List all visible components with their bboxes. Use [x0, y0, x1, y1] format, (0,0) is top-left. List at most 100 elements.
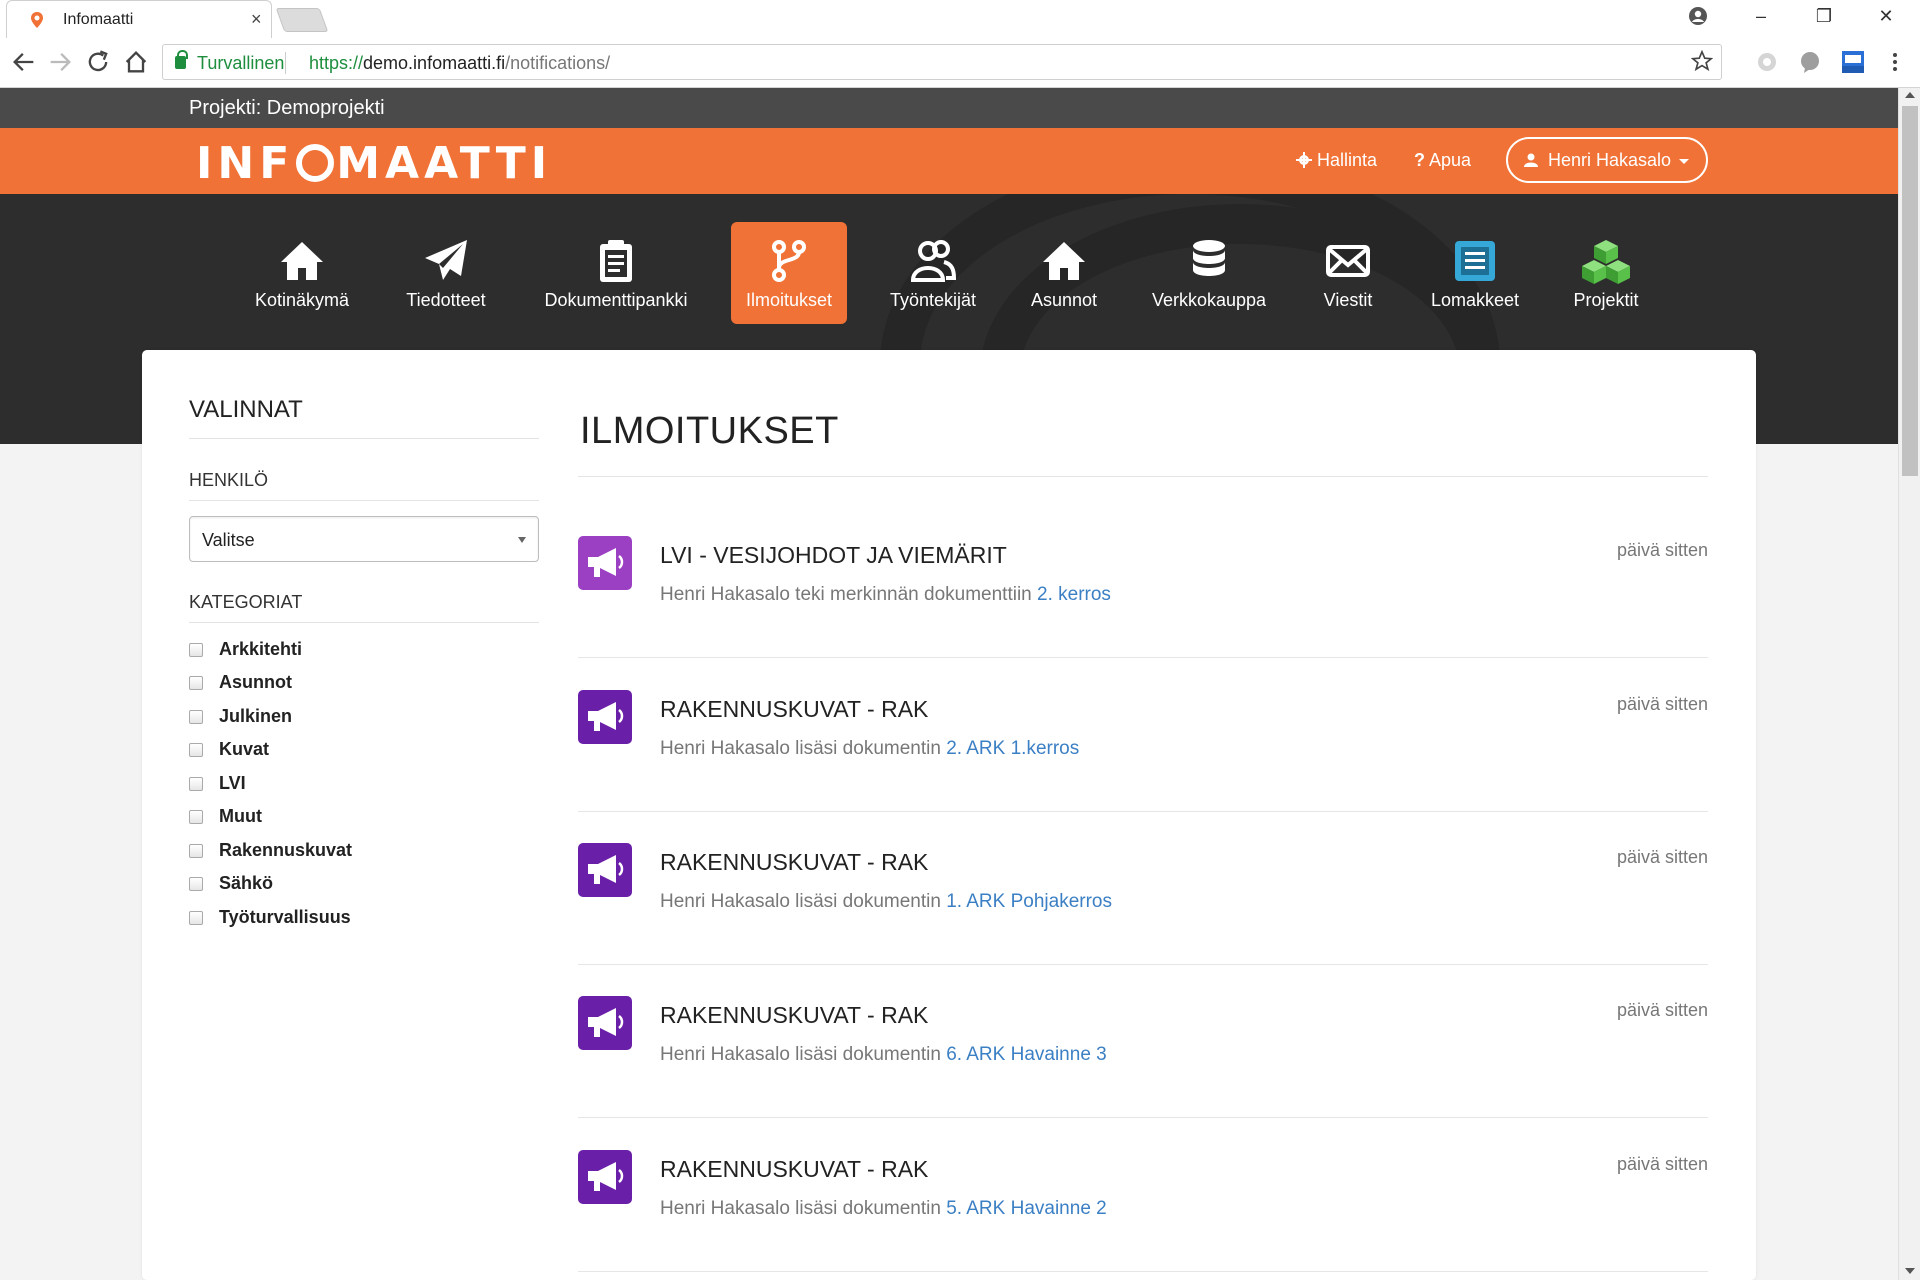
category-label: Rakennuskuvat — [219, 840, 353, 860]
divider — [189, 622, 539, 623]
scroll-up-icon[interactable] — [1905, 92, 1915, 98]
notification-item: LVI - VESIJOHDOT JA VIEMÄRIT Henri Hakas… — [578, 504, 1708, 658]
category-label: LVI — [219, 773, 246, 793]
notification-document-link[interactable]: 5. ARK Havainne 2 — [946, 1198, 1107, 1219]
category-label: Työturvallisuus — [219, 907, 351, 927]
scroll-down-icon[interactable] — [1905, 1268, 1915, 1274]
nav-label: Projektit — [1573, 290, 1639, 310]
notification-title: RAKENNUSKUVAT - RAK — [660, 1002, 929, 1028]
house-icon — [1043, 242, 1085, 280]
nav-label: Lomakkeet — [1430, 290, 1520, 310]
person-select[interactable]: Valitse — [189, 516, 539, 562]
notification-text: Henri Hakasalo lisäsi dokumentin 2. ARK … — [660, 738, 1079, 760]
restore-icon[interactable]: ❐ — [1812, 6, 1836, 27]
close-window-icon[interactable]: ✕ — [1874, 6, 1898, 27]
notification-icon — [578, 843, 632, 897]
page-title: ILMOITUKSET — [580, 410, 839, 452]
minimize-icon[interactable]: – — [1749, 6, 1773, 27]
category-checkbox[interactable] — [189, 877, 203, 891]
url-host: demo.infomaatti.fi — [363, 53, 506, 73]
nav-item-kotinakyma[interactable]: Kotinäkymä — [242, 222, 362, 324]
extension-chat-icon[interactable] — [1797, 49, 1823, 75]
extension-chrome-icon[interactable] — [1754, 49, 1780, 75]
megaphone-icon — [588, 1162, 624, 1191]
category-checkbox[interactable] — [189, 810, 203, 824]
notification-title: LVI - VESIJOHDOT JA VIEMÄRIT — [660, 542, 1007, 568]
url-text[interactable]: https://demo.infomaatti.fi/notifications… — [309, 53, 610, 74]
nav-item-projektit[interactable]: Projektit — [1560, 222, 1652, 324]
infomaatti-logo[interactable]: INF MAATTI — [196, 138, 552, 189]
category-checkbox[interactable] — [189, 777, 203, 791]
notification-item: RAKENNUSKUVAT - RAK Henri Hakasalo lisäs… — [578, 658, 1708, 812]
project-bar: Projekti: Demoprojekti — [0, 88, 1898, 128]
home-button-icon[interactable] — [122, 48, 150, 76]
notification-item: RAKENNUSKUVAT - RAK Henri Hakasalo lisäs… — [578, 1118, 1708, 1272]
notification-document-link[interactable]: 6. ARK Havainne 3 — [946, 1044, 1107, 1065]
user-menu-button[interactable]: Henri Hakasalo — [1506, 137, 1708, 183]
megaphone-icon — [588, 1008, 624, 1037]
category-checkbox[interactable] — [189, 911, 203, 925]
help-link[interactable]: ? Apua — [1414, 150, 1471, 171]
tab-close-icon[interactable]: × — [251, 9, 262, 30]
new-tab-button[interactable] — [275, 8, 329, 32]
nav-item-tyontekijat[interactable]: Työntekijät — [878, 222, 988, 324]
notification-text: Henri Hakasalo lisäsi dokumentin 6. ARK … — [660, 1044, 1107, 1066]
bookmark-star-icon[interactable] — [1691, 50, 1713, 72]
reload-icon[interactable] — [84, 48, 112, 76]
category-checkbox[interactable] — [189, 643, 203, 657]
notification-document-link[interactable]: 2. kerros — [1037, 584, 1111, 605]
map-pin-icon — [31, 12, 43, 28]
extension-new-icon[interactable] — [1840, 49, 1866, 75]
divider — [578, 476, 1708, 477]
home-icon — [281, 242, 323, 280]
logo-text-right: MAATTI — [336, 138, 553, 189]
category-checkbox[interactable] — [189, 676, 203, 690]
nav-item-asunnot[interactable]: Asunnot — [1016, 222, 1112, 324]
admin-link[interactable]: Hallinta — [1296, 150, 1377, 171]
notification-title: RAKENNUSKUVAT - RAK — [660, 849, 929, 875]
nav-item-dokumenttipankki[interactable]: Dokumenttipankki — [536, 222, 696, 324]
logo-pin-icon — [296, 144, 335, 182]
notification-document-link[interactable]: 2. ARK 1.kerros — [946, 738, 1079, 759]
nav-item-lomakkeet[interactable]: Lomakkeet — [1424, 222, 1526, 324]
nav-label: Tiedotteet — [406, 290, 486, 310]
category-label: Asunnot — [219, 672, 292, 692]
notification-text-prefix: Henri Hakasalo teki merkinnän dokumentti… — [660, 584, 1038, 605]
category-label: Sähkö — [219, 873, 274, 893]
notification-time: päivä sitten — [1616, 847, 1708, 867]
nav-item-verkkokauppa[interactable]: Verkkokauppa — [1146, 222, 1272, 324]
megaphone-icon — [588, 548, 624, 577]
category-checkbox[interactable] — [189, 844, 203, 858]
browser-tab[interactable]: Infomaatti × — [6, 0, 272, 38]
form-icon — [1455, 241, 1495, 281]
category-label: Julkinen — [219, 706, 293, 726]
nav-label: Verkkokauppa — [1151, 290, 1267, 310]
person-label: HENKILÖ — [189, 470, 269, 490]
url-separator — [285, 52, 286, 74]
person-select-value: Valitse — [202, 530, 255, 550]
branch-icon — [772, 240, 806, 282]
database-icon — [1193, 240, 1225, 276]
browser-menu-icon[interactable] — [1882, 49, 1908, 75]
nav-item-viestit[interactable]: Viestit — [1310, 222, 1386, 324]
notification-title: RAKENNUSKUVAT - RAK — [660, 696, 929, 722]
url-field[interactable]: Turvallinen https://demo.infomaatti.fi/n… — [162, 44, 1722, 80]
category-checkbox[interactable] — [189, 743, 203, 757]
category-checkbox[interactable] — [189, 710, 203, 724]
notification-document-link[interactable]: 1. ARK Pohjakerros — [946, 891, 1112, 912]
category-label: Muut — [219, 806, 262, 826]
page-scrollbar[interactable] — [1898, 88, 1920, 1280]
nav-item-ilmoitukset[interactable]: Ilmoitukset — [731, 222, 847, 324]
tab-title: Infomaatti — [63, 11, 134, 28]
url-path: /notifications/ — [505, 53, 611, 73]
logo-text-left: INF — [196, 138, 295, 189]
back-icon[interactable] — [10, 48, 38, 76]
nav-item-tiedotteet[interactable]: Tiedotteet — [391, 222, 501, 324]
notification-text-prefix: Henri Hakasalo lisäsi dokumentin — [660, 1044, 947, 1065]
scroll-thumb[interactable] — [1902, 106, 1918, 476]
megaphone-icon — [588, 855, 624, 884]
project-label: Projekti: Demoprojekti — [189, 97, 385, 119]
profile-icon[interactable] — [1688, 6, 1708, 26]
forward-icon[interactable] — [46, 48, 74, 76]
lock-icon — [175, 50, 188, 69]
